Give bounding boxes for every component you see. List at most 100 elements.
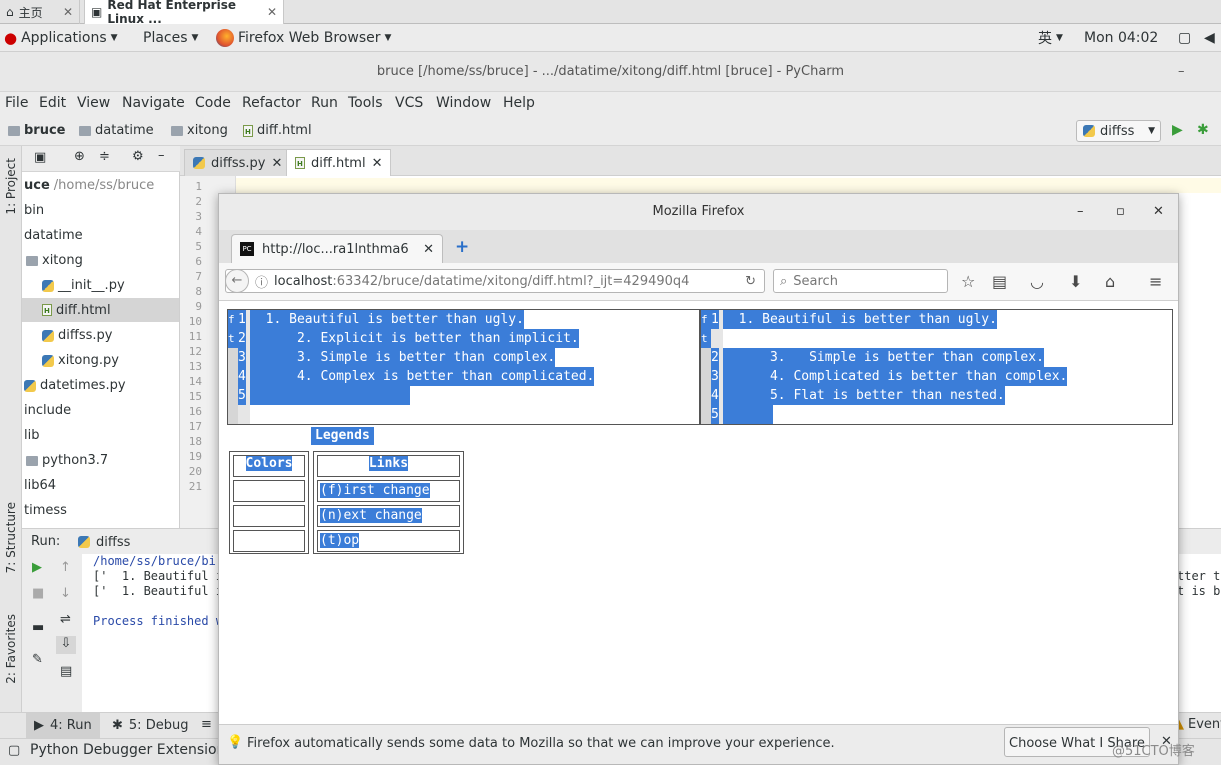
menu-vcs[interactable]: VCS <box>395 95 423 111</box>
download-icon[interactable]: ⬇ <box>1069 272 1082 291</box>
breadcrumb-diff-html[interactable]: diff.html <box>243 123 312 138</box>
tree-item-lib64[interactable]: lib64 <box>24 478 56 493</box>
debug-icon[interactable]: ✱ <box>1197 122 1209 138</box>
breadcrumb-bruce[interactable]: bruce <box>8 123 66 138</box>
menu-view[interactable]: View <box>77 95 110 111</box>
menu-refactor[interactable]: Refactor <box>242 95 301 111</box>
run-icon[interactable]: ▶ <box>1172 122 1183 138</box>
legend-first-change[interactable]: (f)irst change <box>317 480 460 502</box>
tab-diffss-py[interactable]: diffss.py ✕ <box>184 149 292 176</box>
top-link[interactable]: t <box>228 329 238 348</box>
tree-item-include[interactable]: include <box>24 403 71 418</box>
tree-item-init[interactable]: __init__.py <box>42 278 125 293</box>
menu-icon[interactable]: ≡ <box>1149 272 1162 291</box>
menu-code[interactable]: Code <box>195 95 231 111</box>
reload-icon[interactable]: ↻ <box>745 274 756 289</box>
run-tool-tab[interactable]: ▶ 4: Run <box>26 713 100 738</box>
run-config-select[interactable]: diffss ▼ <box>1076 120 1161 142</box>
view-mode-icon[interactable]: ▣ <box>34 150 46 165</box>
close-icon[interactable]: ✕ <box>63 5 73 19</box>
minimize-icon[interactable]: – <box>1077 194 1084 230</box>
browser-tab-rhel[interactable]: ▣ Red Hat Enterprise Linux ... ✕ <box>84 0 284 26</box>
structure-tool-tab[interactable]: 7: Structure <box>4 502 18 573</box>
screen-icon[interactable]: ▢ <box>1178 24 1191 52</box>
chevron-down-icon: ▼ <box>384 33 392 43</box>
scroll-end-icon[interactable]: ⇩ <box>56 636 76 654</box>
info-icon[interactable]: ⓘ <box>255 272 268 291</box>
breadcrumb-datatime[interactable]: datatime <box>79 123 154 138</box>
tree-item-root[interactable]: uce /home/ss/bruce <box>24 178 154 193</box>
stop-icon[interactable]: ■ <box>32 586 44 601</box>
close-icon[interactable]: ✕ <box>423 242 434 257</box>
menu-edit[interactable]: Edit <box>39 95 66 111</box>
down-arrow-icon[interactable]: ↓ <box>60 586 71 601</box>
bookmark-star-icon[interactable]: ☆ <box>961 272 975 291</box>
first-change-link[interactable]: f <box>701 310 711 329</box>
run-tab-diffss[interactable]: diffss <box>78 529 130 555</box>
browser-tab-home[interactable]: ⌂ 主页 ✕ <box>0 0 80 24</box>
menu-tools[interactable]: Tools <box>348 95 383 111</box>
list-icon[interactable]: ≡ <box>201 717 212 732</box>
hide-icon[interactable]: – <box>158 148 165 163</box>
back-icon[interactable]: ← <box>225 269 249 293</box>
pocket-icon[interactable]: ◡ <box>1030 272 1044 291</box>
minimize-icon[interactable]: – <box>1178 52 1185 92</box>
tree-item-xitong-py[interactable]: xitong.py <box>42 353 119 368</box>
applications-menu[interactable]: ● Applications ▼ <box>4 24 118 52</box>
places-menu[interactable]: Places ▼ <box>143 24 198 52</box>
legend-next-change[interactable]: (n)ext change <box>317 505 460 527</box>
tree-item-bin[interactable]: bin <box>24 203 44 218</box>
top-link[interactable]: t <box>701 329 711 348</box>
menu-navigate[interactable]: Navigate <box>122 95 185 111</box>
tree-item-datatime[interactable]: datatime <box>24 228 83 243</box>
wrap-icon[interactable]: ⇌ <box>60 612 71 627</box>
tree-item-lib[interactable]: lib <box>24 428 39 443</box>
chevron-down-icon: ▼ <box>110 33 118 43</box>
print-icon[interactable]: ▤ <box>60 664 72 679</box>
url-bar[interactable]: ← ⓘ localhost:63342/bruce/datatime/xiton… <box>225 269 765 293</box>
menu-help[interactable]: Help <box>503 95 535 111</box>
gear-icon[interactable]: ⚙ <box>132 149 144 164</box>
breadcrumb-label: xitong <box>187 123 228 138</box>
input-method-menu[interactable]: 英 ▼ <box>1038 24 1063 52</box>
favorites-tool-tab[interactable]: 2: Favorites <box>4 614 18 684</box>
collapse-icon[interactable]: ≑ <box>99 149 110 164</box>
reading-list-icon[interactable]: ▤ <box>992 272 1007 291</box>
firefox-tab[interactable]: PC http://loc...ra1lnthma6 ✕ <box>231 234 443 263</box>
legend-top[interactable]: (t)op <box>317 530 460 552</box>
close-icon[interactable]: ✕ <box>267 5 277 19</box>
close-icon[interactable]: ✕ <box>372 156 383 171</box>
volume-icon[interactable]: ◀ <box>1204 24 1215 52</box>
home-icon[interactable]: ⌂ <box>1105 272 1115 291</box>
menu-run[interactable]: Run <box>311 95 338 111</box>
maximize-icon[interactable]: ▫ <box>1116 194 1125 230</box>
tree-item-diffss[interactable]: diffss.py <box>42 328 112 343</box>
up-arrow-icon[interactable]: ↑ <box>60 560 71 575</box>
tree-item-python37[interactable]: python3.7 <box>26 453 108 468</box>
url-path: :63342/bruce/datatime/xitong/diff.html?_… <box>332 273 690 289</box>
close-icon[interactable]: ✕ <box>1153 194 1164 230</box>
pin-icon[interactable]: ✎ <box>32 652 43 667</box>
tree-item-xitong[interactable]: xitong <box>26 253 83 268</box>
menu-file[interactable]: File <box>5 95 28 111</box>
event-log-tab[interactable]: ▲ Event <box>1174 717 1221 732</box>
close-icon[interactable]: ✕ <box>271 156 282 171</box>
layout-icon[interactable]: ▬ <box>32 620 44 635</box>
first-change-link[interactable]: f <box>228 310 238 329</box>
tree-item-datetimes[interactable]: datetimes.py <box>24 378 126 393</box>
tab-diff-html[interactable]: diff.html ✕ <box>286 149 392 176</box>
clock[interactable]: Mon 04:02 <box>1084 24 1158 52</box>
locate-icon[interactable]: ⊕ <box>74 149 85 164</box>
diff-line-text: 5. Flat is better than nested. <box>723 386 1005 405</box>
menu-window[interactable]: Window <box>436 95 491 111</box>
new-tab-icon[interactable]: + <box>455 237 469 257</box>
debug-tool-tab[interactable]: ✱ 5: Debug <box>104 713 196 738</box>
page-icon: ▣ <box>91 5 103 19</box>
breadcrumb-xitong[interactable]: xitong <box>171 123 228 138</box>
tree-item-timess[interactable]: timess <box>24 503 67 518</box>
search-bar[interactable]: ⌕ Search <box>773 269 948 293</box>
rerun-icon[interactable]: ▶ <box>32 560 42 575</box>
firefox-app-menu[interactable]: Firefox Web Browser ▼ <box>216 24 391 52</box>
tree-item-diff-html[interactable]: diff.html <box>22 298 179 322</box>
project-tool-tab[interactable]: 1: Project <box>4 158 18 215</box>
